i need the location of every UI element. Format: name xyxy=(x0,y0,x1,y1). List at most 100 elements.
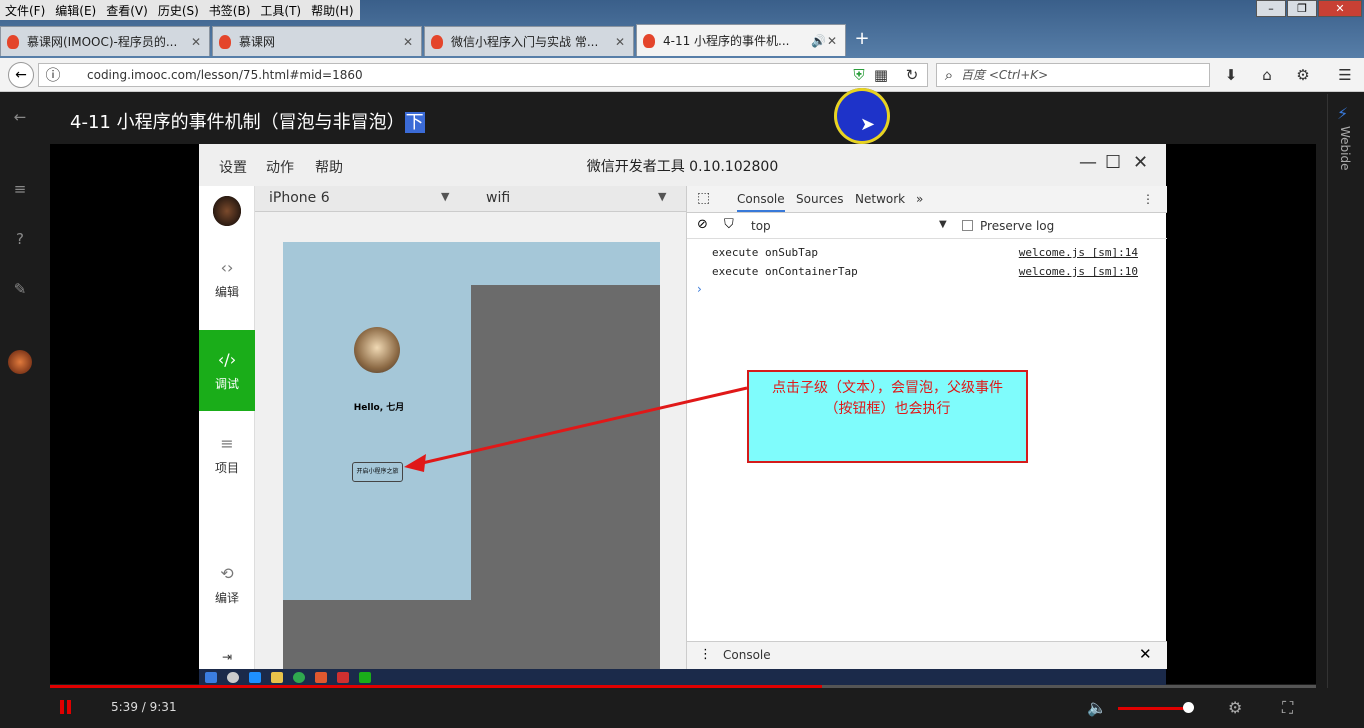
devtools-title: 微信开发者工具 0.10.102800 xyxy=(586,159,779,175)
menu-help[interactable]: 帮助(H) xyxy=(306,2,358,19)
imooc-favicon-icon xyxy=(219,34,231,49)
menu-tools[interactable]: 工具(T) xyxy=(255,2,306,19)
close-drawer-icon[interactable]: ✕ xyxy=(1139,645,1152,663)
sidebar-item-compile[interactable]: ⟲ 编译 xyxy=(199,564,255,606)
start-icon[interactable] xyxy=(205,671,217,683)
lesson-title: 4-11 小程序的事件机制（冒泡与非冒泡）下 xyxy=(70,108,425,134)
close-tab-icon[interactable]: ✕ xyxy=(189,35,203,49)
pencil-icon[interactable]: ✎ xyxy=(10,280,30,298)
preserve-log-checkbox[interactable] xyxy=(962,220,973,231)
audio-icon[interactable]: 🔊 xyxy=(811,34,826,48)
close-tab-icon[interactable]: ✕ xyxy=(401,35,415,49)
reload-icon[interactable]: ↻ xyxy=(903,66,921,84)
hamburger-menu-icon[interactable]: ☰ xyxy=(1336,66,1354,84)
context-select[interactable]: top xyxy=(751,219,771,233)
app-icon[interactable] xyxy=(337,671,349,683)
filter-icon[interactable]: ⛉ xyxy=(724,217,734,232)
chrome-icon[interactable] xyxy=(293,671,305,683)
maximize-button[interactable]: ❐ xyxy=(1287,0,1317,17)
devtools-tabs: ⬚ Console Sources Network » ⋮ xyxy=(687,186,1167,213)
chevron-down-icon[interactable]: ▼ xyxy=(658,190,666,203)
wechat-devtools-taskbar-icon[interactable] xyxy=(359,671,371,683)
imooc-favicon-icon xyxy=(7,34,19,49)
log-source-link[interactable]: welcome.js [sm]:14 xyxy=(1019,246,1138,259)
debug-icon: ‹/› xyxy=(217,350,237,369)
clear-console-icon[interactable]: ⊘ xyxy=(697,217,708,232)
qr-code-icon[interactable]: ▦ xyxy=(872,66,890,84)
settings-gear-icon[interactable]: ⚙ xyxy=(1228,698,1242,717)
tab-imooc-home[interactable]: 慕课网(IMOOC)-程序员的... ✕ xyxy=(0,26,210,56)
preserve-log-label: Preserve log xyxy=(980,219,1055,233)
annotation-note: 点击子级（文本），会冒泡，父级事件（按钮框）也会执行 xyxy=(747,370,1028,463)
edge-icon[interactable] xyxy=(249,671,261,683)
firefox-icon[interactable] xyxy=(315,671,327,683)
tab-sources[interactable]: Sources xyxy=(796,192,843,206)
container-view xyxy=(283,242,660,285)
address-bar[interactable]: coding.imooc.com/lesson/75.html#mid=1860 xyxy=(38,63,928,87)
console-prompt[interactable]: › xyxy=(697,282,702,296)
folder-icon[interactable] xyxy=(271,671,283,683)
minimize-button[interactable]: – xyxy=(1256,0,1286,17)
simulator-toolbar: iPhone 6 ▼ wifi ▼ xyxy=(255,186,686,212)
start-journey-button[interactable]: 开启小程序之旅 xyxy=(352,462,403,482)
search-input[interactable]: 百度 <Ctrl+K> xyxy=(936,63,1210,87)
menu-icon: ≡ xyxy=(220,434,234,453)
devtools-maximize-icon[interactable]: ☐ xyxy=(1105,152,1121,173)
tab-imooc[interactable]: 慕课网 ✕ xyxy=(212,26,422,56)
menu-edit[interactable]: 编辑(E) xyxy=(50,2,101,19)
chevron-down-icon[interactable]: ▼ xyxy=(441,190,449,203)
new-tab-button[interactable]: + xyxy=(848,24,876,54)
sidebar-item-project[interactable]: ≡ 项目 xyxy=(199,434,255,476)
sidebar-item-debug[interactable]: ‹/› 调试 xyxy=(199,330,255,411)
collapse-icon[interactable]: ⇥ xyxy=(199,650,255,664)
shield-icon[interactable]: ⛨ xyxy=(850,66,868,84)
gear-icon[interactable]: ⚙ xyxy=(1294,66,1312,84)
pause-button[interactable] xyxy=(60,700,74,714)
webide-logo-icon[interactable]: ⚡ xyxy=(1337,104,1348,123)
drawer-menu-icon[interactable]: ⋮ xyxy=(699,647,712,662)
back-button[interactable]: ← xyxy=(8,62,34,88)
chevron-down-icon[interactable]: ▼ xyxy=(939,219,947,230)
volume-knob[interactable] xyxy=(1183,702,1195,713)
list-icon[interactable]: ≡ xyxy=(10,180,30,198)
back-arrow-icon[interactable]: ← xyxy=(10,108,30,126)
close-tab-icon[interactable]: ✕ xyxy=(825,34,839,48)
devtools-minimize-icon[interactable]: — xyxy=(1079,152,1097,173)
menu-bookmarks[interactable]: 书签(B) xyxy=(204,2,256,19)
tab-lesson-active[interactable]: 4-11 小程序的事件机... 🔊 ✕ xyxy=(636,24,846,56)
menu-view[interactable]: 查看(V) xyxy=(101,2,153,19)
network-select[interactable]: wifi xyxy=(486,190,510,206)
more-tabs-icon[interactable]: » xyxy=(916,192,923,206)
developer-avatar xyxy=(213,196,241,226)
log-source-link[interactable]: welcome.js [sm]:10 xyxy=(1019,265,1138,278)
volume-icon[interactable]: 🔈 xyxy=(1087,698,1107,717)
fullscreen-icon[interactable]: ⛶ xyxy=(1282,698,1293,718)
question-icon[interactable]: ? xyxy=(10,230,30,248)
devtools-close-icon[interactable]: ✕ xyxy=(1133,152,1148,173)
menu-file[interactable]: 文件(F) xyxy=(0,2,50,19)
user-avatar[interactable] xyxy=(8,350,32,374)
volume-slider[interactable] xyxy=(1118,707,1189,710)
download-icon[interactable]: ⬇ xyxy=(1222,66,1240,84)
menu-history[interactable]: 历史(S) xyxy=(153,2,204,19)
course-sidebar: ← ≡ ? ✎ xyxy=(0,94,40,728)
lesson-title-text: 4-11 小程序的事件机制（冒泡与非冒泡） xyxy=(70,112,405,133)
tab-console[interactable]: Console xyxy=(737,192,785,212)
compile-icon: ⟲ xyxy=(220,564,234,583)
webide-label[interactable]: Webide xyxy=(1338,126,1352,171)
close-window-button[interactable]: ✕ xyxy=(1318,0,1362,17)
time-display: 5:39 / 9:31 xyxy=(111,700,177,714)
inspect-icon[interactable]: ⬚ xyxy=(697,190,710,206)
close-tab-icon[interactable]: ✕ xyxy=(613,35,627,49)
kebab-menu-icon[interactable]: ⋮ xyxy=(1142,192,1154,206)
sidebar-item-edit[interactable]: ‹› 编辑 xyxy=(199,258,255,300)
device-select[interactable]: iPhone 6 xyxy=(269,190,330,206)
home-icon[interactable]: ⌂ xyxy=(1258,66,1276,84)
tab-network[interactable]: Network xyxy=(855,192,905,206)
info-icon[interactable]: ⓘ xyxy=(44,66,62,84)
window-controls: – ❐ ✕ xyxy=(1255,0,1362,17)
drawer-tab-console[interactable]: Console xyxy=(723,648,771,662)
search-circle-icon[interactable] xyxy=(227,671,239,683)
tab-wechat-course[interactable]: 微信小程序入门与实战 常... ✕ xyxy=(424,26,634,56)
app-avatar xyxy=(354,327,400,373)
